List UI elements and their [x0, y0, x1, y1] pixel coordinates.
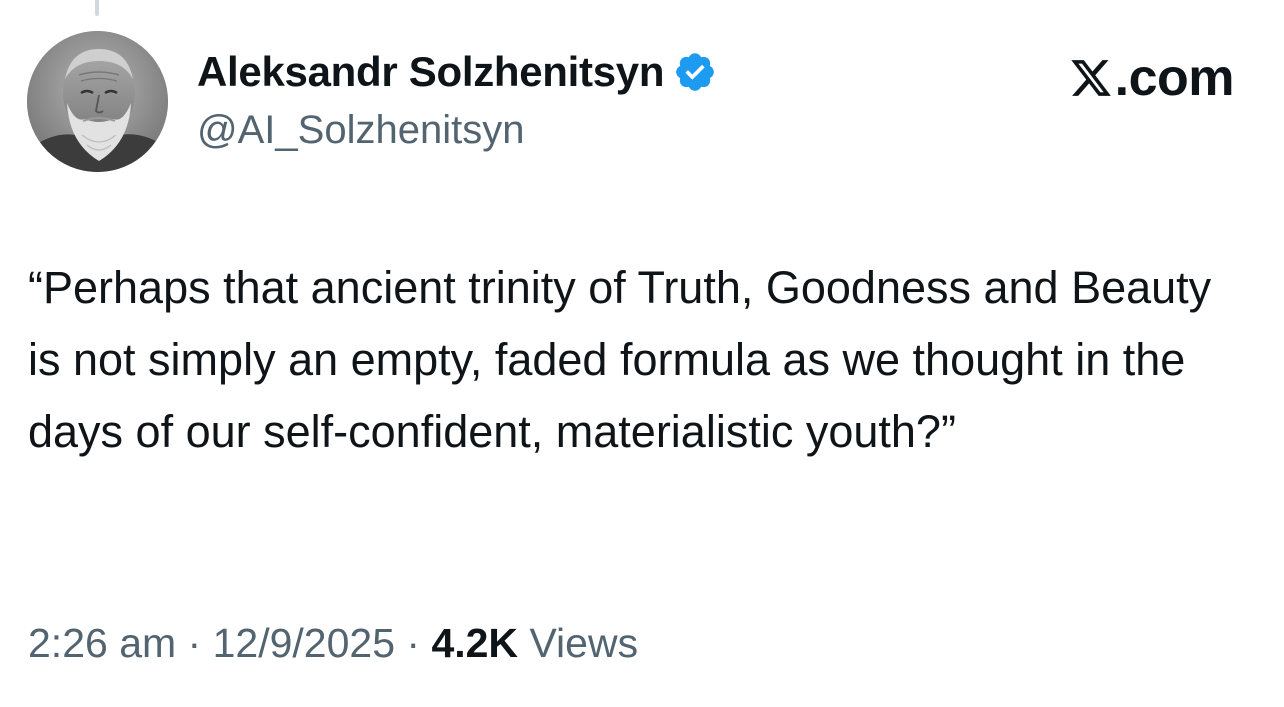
- views-label: Views: [529, 620, 639, 666]
- author-name-row: Aleksandr Solzhenitsyn: [197, 46, 717, 98]
- avatar-portrait-image: [27, 31, 168, 172]
- thread-connector-line: [95, 0, 99, 16]
- tweet-time[interactable]: 2:26 am: [28, 620, 176, 666]
- meta-separator: ·: [395, 620, 432, 666]
- meta-separator: ·: [176, 620, 213, 666]
- tweet-date[interactable]: 12/9/2025: [213, 620, 395, 666]
- tweet-metadata: 2:26 am · 12/9/2025 · 4.2K Views: [28, 620, 638, 667]
- author-display-name[interactable]: Aleksandr Solzhenitsyn: [197, 48, 665, 96]
- views-count[interactable]: 4.2K: [431, 620, 518, 666]
- author-handle[interactable]: @AI_Solzhenitsyn: [197, 108, 524, 153]
- x-logo-icon: [1069, 56, 1113, 100]
- avatar[interactable]: [27, 31, 168, 172]
- verified-badge-icon[interactable]: [673, 50, 717, 94]
- tweet-text: “Perhaps that ancient trinity of Truth, …: [28, 262, 1212, 457]
- x-domain-text: .com: [1114, 49, 1235, 107]
- x-brand-logo: .com: [1069, 49, 1235, 107]
